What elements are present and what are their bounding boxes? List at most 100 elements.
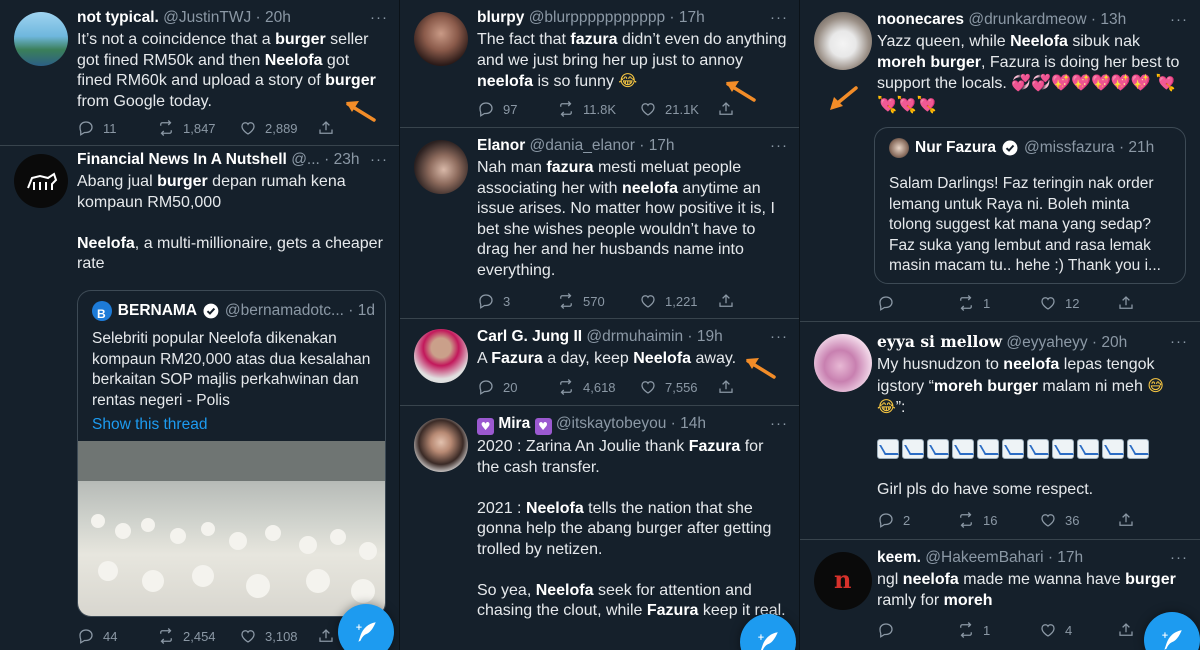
handle[interactable]: @drunkardmeow · 13h — [968, 11, 1126, 28]
tweet-header: keem. @HakeemBahari · 17h ··· — [877, 548, 1188, 568]
tweet-text: Yazz queen, while Neelofa sibuk nak more… — [877, 33, 1180, 114]
like-button[interactable]: 21.1K — [639, 100, 717, 118]
tweet-text: ngl neelofa made me wanna have burger ra… — [877, 571, 1176, 609]
handle[interactable]: @... · 23h — [291, 151, 359, 168]
share-button[interactable] — [1117, 621, 1147, 639]
like-button[interactable]: 1,221 — [639, 292, 717, 310]
like-button[interactable]: 3,108 — [239, 627, 317, 645]
display-name[interactable]: Mira — [498, 415, 530, 432]
retweet-button[interactable]: 1 — [957, 621, 1039, 639]
tweet-actions: 11 1,847 2,889 — [77, 118, 360, 138]
reply-button[interactable] — [877, 294, 957, 312]
more-icon[interactable]: ··· — [1170, 332, 1188, 352]
handle[interactable]: @drmuhaimin · 19h — [586, 328, 722, 345]
tweet[interactable]: eyya si mellow @eyyaheyy · 20h ··· My hu… — [800, 322, 1200, 540]
retweet-button[interactable]: 16 — [957, 511, 1039, 529]
share-icon — [317, 119, 335, 137]
tweet-text: Abang jual burger depan rumah kena kompa… — [77, 173, 383, 272]
handle[interactable]: @dania_elanor · 17h — [530, 137, 675, 154]
like-button[interactable]: 2,889 — [239, 119, 317, 137]
tweet[interactable]: Financial News In A Nutshell @... · 23h … — [0, 146, 400, 650]
quoted-media-image[interactable] — [78, 441, 385, 616]
avatar[interactable] — [814, 334, 872, 392]
avatar[interactable] — [414, 329, 468, 383]
tweet-text: 2020 : Zarina An Joulie thank Fazura for… — [477, 438, 786, 619]
share-icon — [1117, 511, 1135, 529]
display-name[interactable]: Elanor — [477, 137, 525, 154]
avatar[interactable] — [414, 418, 468, 472]
retweet-icon — [557, 100, 575, 118]
annotation-arrow-icon — [830, 86, 858, 110]
display-name[interactable]: eyya si mellow — [877, 332, 1002, 351]
tweet-actions: 20 4,618 7,556 — [477, 377, 760, 397]
reply-button[interactable]: 20 — [477, 378, 557, 396]
display-name[interactable]: not typical. — [77, 9, 159, 26]
avatar[interactable] — [14, 12, 68, 66]
reply-icon — [877, 621, 895, 639]
reply-button[interactable]: 3 — [477, 292, 557, 310]
tweet[interactable]: not typical. @JustinTWJ · 20h ··· It’s n… — [0, 0, 400, 146]
avatar[interactable] — [814, 12, 872, 70]
like-icon — [239, 627, 257, 645]
handle[interactable]: @JustinTWJ · 20h — [163, 9, 291, 26]
reply-button[interactable]: 2 — [877, 511, 957, 529]
retweet-button[interactable]: 4,618 — [557, 378, 639, 396]
avatar: B — [92, 301, 112, 321]
annotation-arrow-icon — [726, 81, 756, 102]
more-icon[interactable]: ··· — [770, 327, 788, 347]
reply-button[interactable]: 11 — [77, 119, 157, 137]
reply-button[interactable]: 97 — [477, 100, 557, 118]
like-button[interactable]: 7,556 — [639, 378, 717, 396]
display-name[interactable]: blurpy — [477, 9, 524, 26]
tweet-actions: 97 11.8K 21.1K — [477, 99, 760, 119]
handle[interactable]: @itskaytobeyou · 14h — [556, 415, 706, 432]
tweet[interactable]: n keem. @HakeemBahari · 17h ··· ngl neel… — [800, 540, 1200, 650]
retweet-button[interactable]: 2,454 — [157, 627, 239, 645]
more-icon[interactable]: ··· — [370, 8, 388, 28]
like-button[interactable]: 12 — [1039, 294, 1117, 312]
like-button[interactable]: 4 — [1039, 621, 1117, 639]
more-icon[interactable]: ··· — [1170, 548, 1188, 568]
more-icon[interactable]: ··· — [1170, 10, 1188, 30]
tweet[interactable]: blurpy @blurppppppppppp · 17h ··· The fa… — [400, 0, 800, 128]
more-icon[interactable]: ··· — [770, 136, 788, 156]
avatar[interactable] — [414, 12, 468, 66]
display-name[interactable]: Carl G. Jung II — [477, 328, 582, 345]
tweet[interactable]: Carl G. Jung II @drmuhaimin · 19h ··· A … — [400, 319, 800, 406]
display-name[interactable]: noonecares — [877, 11, 964, 28]
more-icon[interactable]: ··· — [770, 414, 788, 434]
share-button[interactable] — [1117, 294, 1147, 312]
reply-button[interactable] — [877, 621, 957, 639]
tweet[interactable]: ♥ Mira ♥ @itskaytobeyou · 14h ··· 2020 :… — [400, 406, 800, 650]
tweet-actions: 3 570 1,221 — [477, 291, 760, 311]
annotation-arrow-icon — [746, 358, 776, 379]
share-icon — [317, 627, 335, 645]
avatar[interactable]: n — [814, 552, 872, 610]
tweet[interactable]: noonecares @drunkardmeow · 13h ··· Yazz … — [800, 0, 1200, 322]
display-name[interactable]: keem. — [877, 549, 921, 566]
avatar[interactable] — [414, 140, 468, 194]
share-icon — [717, 378, 735, 396]
like-button[interactable]: 36 — [1039, 511, 1117, 529]
tweet[interactable]: Elanor @dania_elanor · 17h ··· Nah man f… — [400, 128, 800, 319]
retweet-button[interactable]: 1,847 — [157, 119, 239, 137]
retweet-button[interactable]: 1 — [957, 294, 1039, 312]
handle: @missfazura · 21h — [1023, 139, 1155, 156]
show-thread-link[interactable]: Show this thread — [92, 415, 375, 436]
quoted-tweet[interactable]: B BERNAMA @bernamadotc... · 1d Selebriti… — [77, 290, 386, 617]
handle[interactable]: @blurppppppppppp · 17h — [529, 9, 705, 26]
share-button[interactable] — [717, 292, 747, 310]
more-icon[interactable]: ··· — [770, 8, 788, 28]
retweet-icon — [957, 294, 975, 312]
tweet-header: blurpy @blurppppppppppp · 17h ··· — [477, 8, 788, 28]
retweet-button[interactable]: 11.8K — [557, 100, 639, 118]
display-name[interactable]: Financial News In A Nutshell — [77, 151, 287, 168]
handle[interactable]: @eyyaheyy · 20h — [1006, 334, 1127, 351]
reply-button[interactable]: 44 — [77, 627, 157, 645]
avatar[interactable] — [14, 154, 68, 208]
quoted-tweet[interactable]: Nur Fazura @missfazura · 21h Salam Darli… — [874, 127, 1186, 284]
handle[interactable]: @HakeemBahari · 17h — [925, 549, 1083, 566]
retweet-button[interactable]: 570 — [557, 292, 639, 310]
more-icon[interactable]: ··· — [370, 150, 388, 170]
share-button[interactable] — [1117, 511, 1147, 529]
